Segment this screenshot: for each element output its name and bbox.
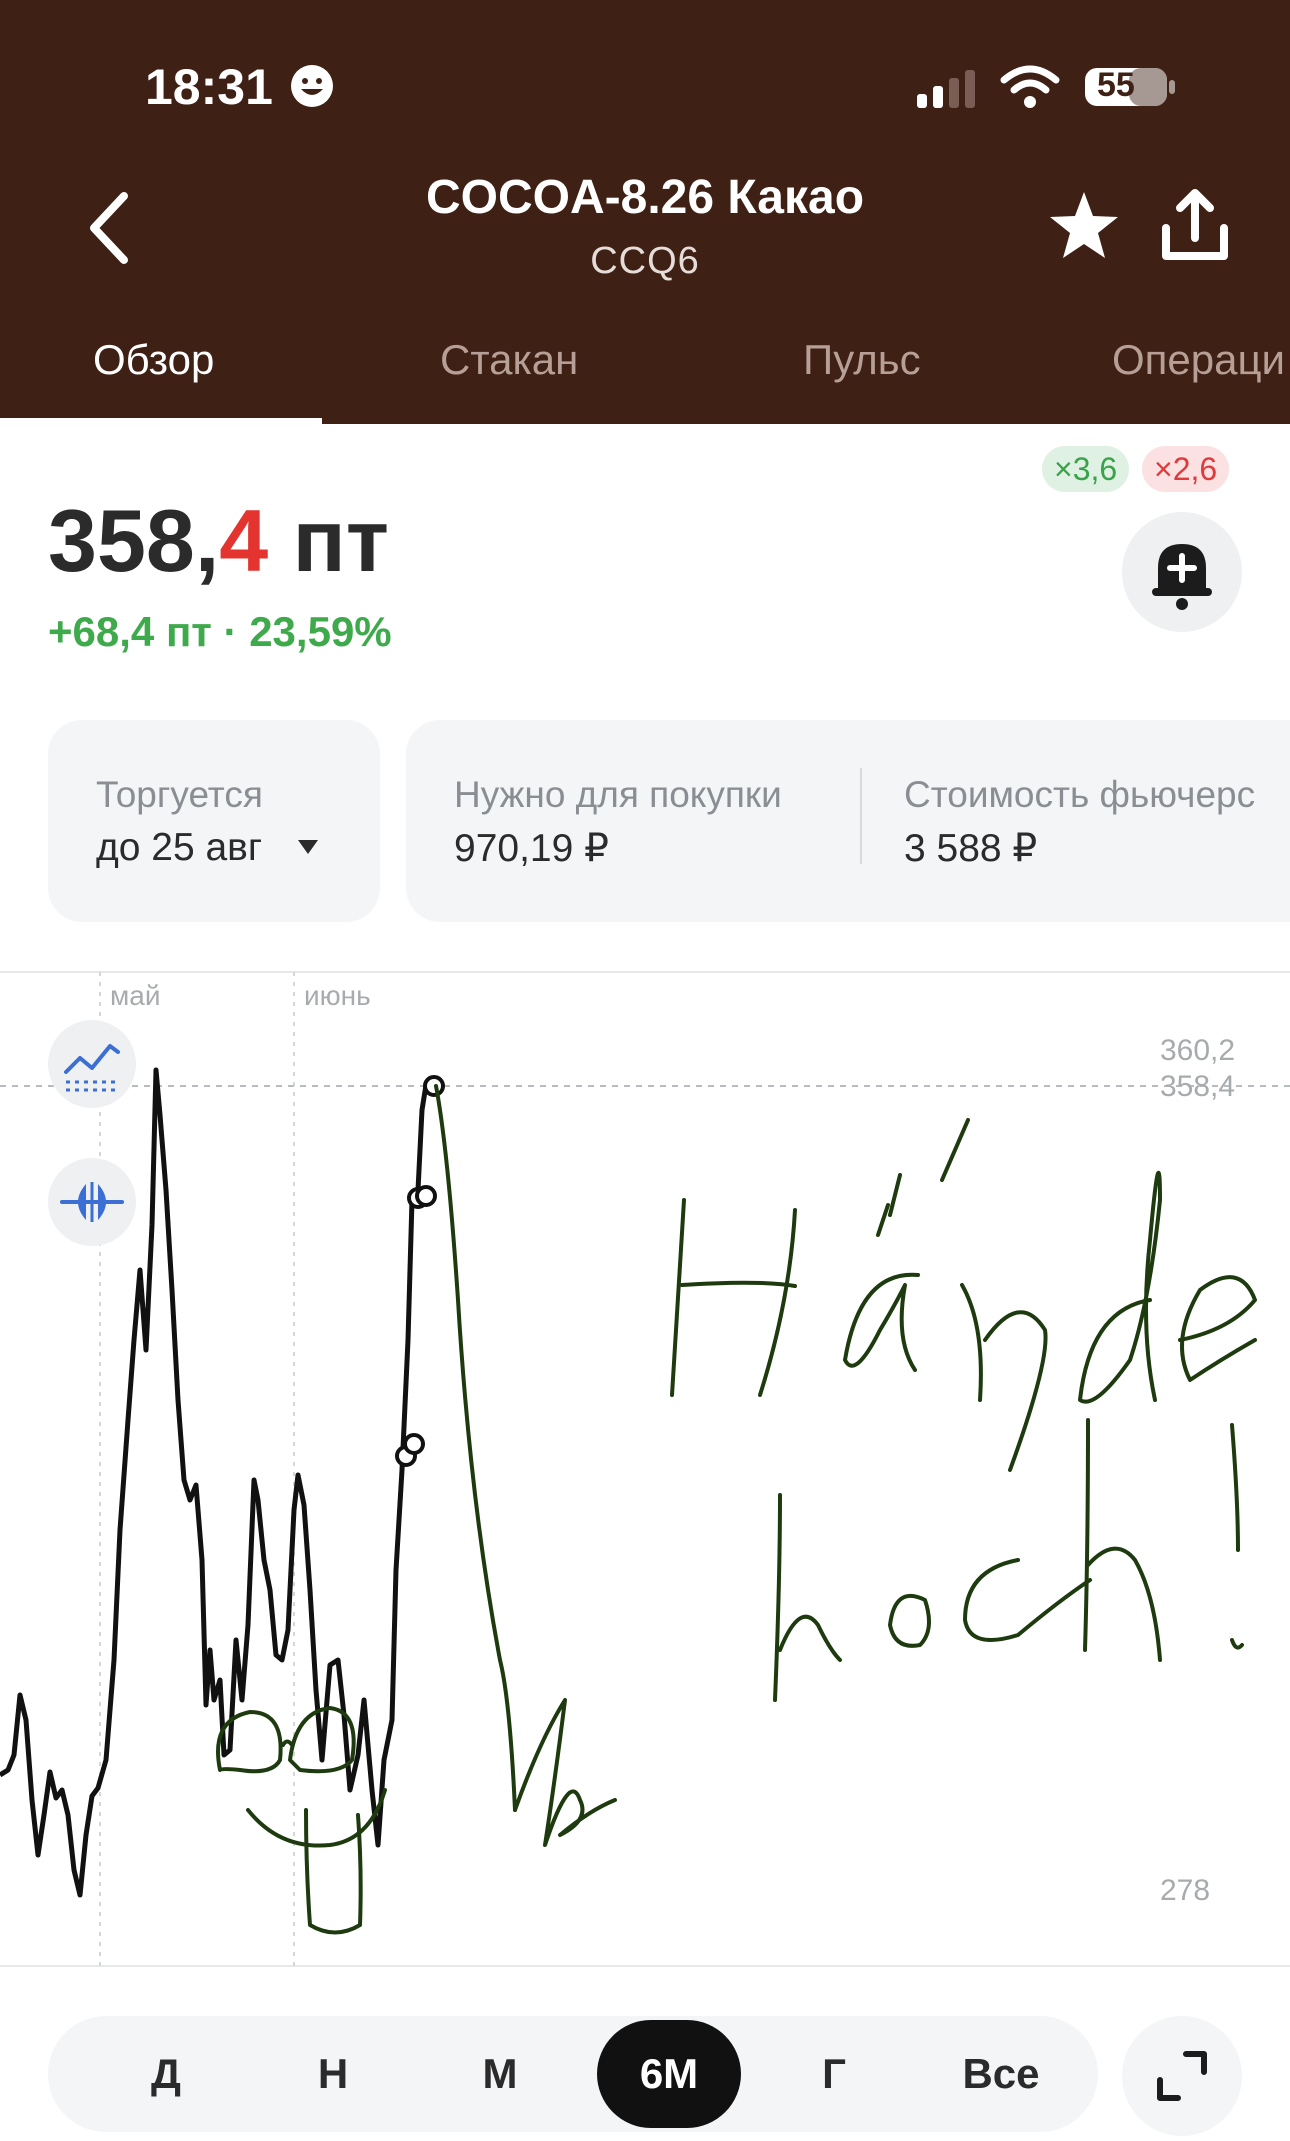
chart-marker — [415, 1185, 437, 1207]
trading-value: до 25 авг — [96, 826, 263, 869]
period-6-months[interactable]: 6М — [597, 2020, 741, 2128]
status-time: 18:31 — [145, 59, 273, 115]
y-tick-max: 360,2 — [1160, 1034, 1236, 1067]
tab-order-book[interactable]: Стакан — [440, 336, 578, 384]
period-all[interactable]: Все — [931, 2016, 1071, 2132]
futures-cost-label: Стоимость фьючерс — [904, 774, 1256, 815]
period-year[interactable]: Г — [764, 2016, 904, 2132]
y-tick-min: 278 — [1160, 1874, 1211, 1907]
signal-icon — [917, 70, 975, 108]
trend-line-icon — [64, 1044, 120, 1092]
period-day[interactable]: Д — [96, 2016, 236, 2132]
x-tick-may: май — [110, 980, 161, 1011]
buy-requirement-label: Нужно для покупки — [454, 774, 782, 815]
chart-marker — [403, 1433, 425, 1455]
price-change: +68,4 пт · 23,59% — [48, 608, 392, 655]
compare-button[interactable] — [48, 1158, 136, 1246]
smiley-icon — [291, 65, 333, 107]
battery-level: 55 — [1097, 66, 1135, 104]
wifi-icon — [1000, 65, 1060, 108]
price-unit: пт — [268, 491, 389, 590]
trading-until-card[interactable]: Торгуется до 25 авг — [48, 720, 380, 922]
header: 18:31 55 COCOA-8.26 Какао CCQ6 Обзор Ста… — [0, 0, 1290, 424]
price-fraction: 4 — [219, 491, 269, 590]
short-leverage-badge: ×2,6 — [1142, 446, 1230, 492]
add-alert-button[interactable] — [1122, 512, 1242, 632]
share-icon[interactable] — [1160, 188, 1230, 264]
dropdown-triangle-icon — [298, 840, 318, 854]
futures-cost-value: 3 588 ₽ — [904, 827, 1038, 870]
bell-plus-icon — [1152, 544, 1212, 610]
tab-overview[interactable]: Обзор — [93, 336, 214, 384]
x-tick-june: июнь — [304, 980, 371, 1011]
battery-icon: 55 — [1083, 64, 1179, 110]
period-month[interactable]: М — [430, 2016, 570, 2132]
price-chart[interactable] — [0, 970, 1290, 1970]
y-tick-current: 358,4 — [1160, 1070, 1236, 1103]
card-divider — [860, 768, 862, 864]
tab-operations[interactable]: Операци — [1112, 336, 1285, 384]
expand-icon — [1157, 2051, 1207, 2101]
indicators-button[interactable] — [48, 1020, 136, 1108]
active-tab-indicator — [0, 418, 322, 424]
favorite-star-icon[interactable] — [1046, 188, 1122, 264]
current-price: 358,4 пт — [48, 490, 389, 592]
price-integer: 358, — [48, 491, 220, 590]
fullscreen-button[interactable] — [1122, 2016, 1242, 2136]
tab-pulse[interactable]: Пульс — [803, 336, 921, 384]
period-week[interactable]: Н — [263, 2016, 403, 2132]
long-leverage-badge: ×3,6 — [1042, 446, 1130, 492]
split-icon — [60, 1182, 124, 1222]
margin-info-card: Нужно для покупки 970,19 ₽ Стоимость фью… — [406, 720, 1290, 922]
buy-requirement-value: 970,19 ₽ — [454, 827, 609, 870]
trading-label: Торгуется — [96, 774, 263, 815]
